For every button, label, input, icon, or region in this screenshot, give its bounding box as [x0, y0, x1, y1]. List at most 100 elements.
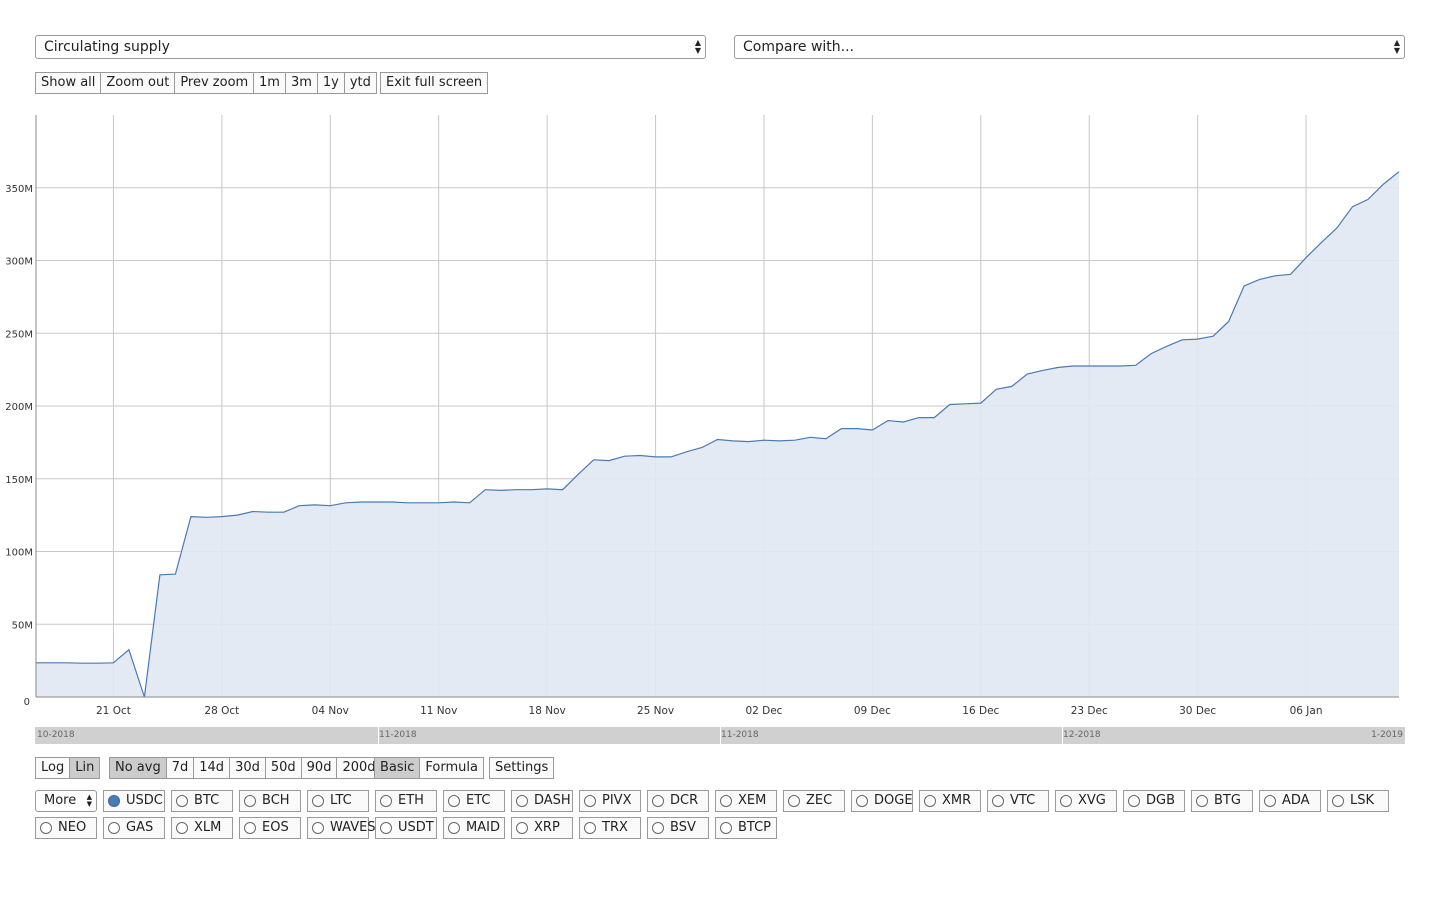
radio-icon: [244, 822, 256, 834]
coin-option-xem[interactable]: XEM: [715, 790, 777, 812]
coin-option-ltc[interactable]: LTC: [307, 790, 369, 812]
log-scale-button[interactable]: Log: [35, 757, 71, 779]
coin-option-btc[interactable]: BTC: [171, 790, 233, 812]
coin-label: DOGE: [874, 793, 913, 808]
coin-option-dcr[interactable]: DCR: [647, 790, 709, 812]
coin-label: ETC: [466, 793, 491, 808]
coin-option-dgb[interactable]: DGB: [1123, 790, 1185, 812]
radio-icon: [108, 822, 120, 834]
coin-option-gas[interactable]: GAS: [103, 817, 165, 839]
settings-button[interactable]: Settings: [489, 757, 555, 779]
y-tick-label: 250M: [5, 329, 33, 340]
compare-select[interactable]: Compare with... ▲ ▼: [734, 35, 1405, 59]
avg-90d-button[interactable]: 90d: [300, 757, 338, 779]
radio-icon: [516, 822, 528, 834]
coin-option-maid[interactable]: MAID: [443, 817, 505, 839]
coin-label: XLM: [194, 820, 222, 835]
lin-scale-button[interactable]: Lin: [69, 757, 101, 779]
coin-option-dash[interactable]: DASH: [511, 790, 573, 812]
coin-label: BTCP: [738, 820, 772, 835]
coin-option-etc[interactable]: ETC: [443, 790, 505, 812]
coin-option-ada[interactable]: ADA: [1259, 790, 1321, 812]
range-controls: 1m 3m 1y ytd: [253, 72, 377, 94]
coin-option-bch[interactable]: BCH: [239, 790, 301, 812]
x-tick-label: 02 Dec: [745, 705, 782, 717]
radio-icon: [244, 795, 256, 807]
select-arrows-icon: ▲ ▼: [694, 38, 701, 55]
coin-label: XEM: [738, 793, 767, 808]
more-coins-select[interactable]: More ▲ ▼: [35, 790, 97, 812]
x-tick-label: 06 Jan: [1290, 705, 1323, 717]
coin-option-btg[interactable]: BTG: [1191, 790, 1253, 812]
coin-option-trx[interactable]: TRX: [579, 817, 641, 839]
coin-label: XMR: [942, 793, 972, 808]
coin-option-usdc[interactable]: USDC: [103, 790, 165, 812]
avg-14d-button[interactable]: 14d: [193, 757, 231, 779]
coin-label: XRP: [534, 820, 560, 835]
x-tick-label: 09 Dec: [854, 705, 891, 717]
coin-option-xvg[interactable]: XVG: [1055, 790, 1117, 812]
coin-label: XVG: [1078, 793, 1106, 808]
avg-50d-button[interactable]: 50d: [264, 757, 302, 779]
coin-option-btcp[interactable]: BTCP: [715, 817, 777, 839]
range-3m-button[interactable]: 3m: [284, 72, 318, 94]
range-ytd-button[interactable]: ytd: [343, 72, 377, 94]
range-navigator[interactable]: 10-2018 11-2018 11-2018 12-2018 1-2019: [35, 727, 1405, 744]
radio-icon: [312, 795, 324, 807]
show-all-button[interactable]: Show all: [35, 72, 102, 94]
y-tick-label: 0: [24, 697, 30, 708]
radio-icon: [516, 795, 528, 807]
basic-mode-button[interactable]: Basic: [374, 757, 421, 779]
coin-label: DGB: [1146, 793, 1176, 808]
prev-zoom-button[interactable]: Prev zoom: [174, 72, 255, 94]
range-1m-button[interactable]: 1m: [253, 72, 286, 94]
settings-controls: Settings: [489, 757, 555, 779]
coin-option-xrp[interactable]: XRP: [511, 817, 573, 839]
y-tick-label: 200M: [5, 402, 33, 413]
coin-option-zec[interactable]: ZEC: [783, 790, 845, 812]
metric-select[interactable]: Circulating supply ▲ ▼: [35, 35, 706, 59]
radio-icon: [448, 795, 460, 807]
radio-icon: [1264, 795, 1276, 807]
radio-icon: [176, 822, 188, 834]
coin-label: USDC: [126, 793, 163, 808]
coin-option-usdt[interactable]: USDT: [375, 817, 437, 839]
coin-option-lsk[interactable]: LSK: [1327, 790, 1389, 812]
coin-label: PIVX: [602, 793, 632, 808]
coin-option-pivx[interactable]: PIVX: [579, 790, 641, 812]
coin-option-xmr[interactable]: XMR: [919, 790, 981, 812]
formula-mode-button[interactable]: Formula: [419, 757, 484, 779]
navigator-label: 1-2019: [1371, 730, 1403, 740]
coin-option-eos[interactable]: EOS: [239, 817, 301, 839]
x-tick-label: 25 Nov: [637, 705, 674, 717]
range-1y-button[interactable]: 1y: [316, 72, 345, 94]
coin-option-neo[interactable]: NEO: [35, 817, 97, 839]
coin-label: BCH: [262, 793, 290, 808]
mode-controls: Basic Formula: [374, 757, 484, 779]
zoom-out-button[interactable]: Zoom out: [100, 72, 176, 94]
zoom-controls: Show all Zoom out Prev zoom: [35, 72, 255, 94]
coin-option-bsv[interactable]: BSV: [647, 817, 709, 839]
y-tick-label: 100M: [5, 548, 33, 559]
coin-option-xlm[interactable]: XLM: [171, 817, 233, 839]
coin-option-waves[interactable]: WAVES: [307, 817, 376, 839]
exit-fullscreen-button[interactable]: Exit full screen: [380, 72, 489, 94]
coin-option-eth[interactable]: ETH: [375, 790, 437, 812]
coin-label: DASH: [534, 793, 571, 808]
y-tick-label: 300M: [5, 257, 33, 268]
coin-label: EOS: [262, 820, 289, 835]
x-tick-label: 23 Dec: [1071, 705, 1108, 717]
coin-option-vtc[interactable]: VTC: [987, 790, 1049, 812]
radio-icon: [40, 822, 52, 834]
no-avg-button[interactable]: No avg: [109, 757, 167, 779]
radio-icon: [380, 795, 392, 807]
radio-icon: [584, 795, 596, 807]
avg-30d-button[interactable]: 30d: [229, 757, 266, 779]
select-arrows-icon: ▲ ▼: [86, 793, 92, 808]
coin-option-doge[interactable]: DOGE: [851, 790, 913, 812]
avg-7d-button[interactable]: 7d: [165, 757, 195, 779]
y-tick-label: 350M: [5, 184, 33, 195]
coin-label: ETH: [398, 793, 424, 808]
coin-label: GAS: [126, 820, 154, 835]
navigator-label: 11-2018: [721, 730, 759, 740]
